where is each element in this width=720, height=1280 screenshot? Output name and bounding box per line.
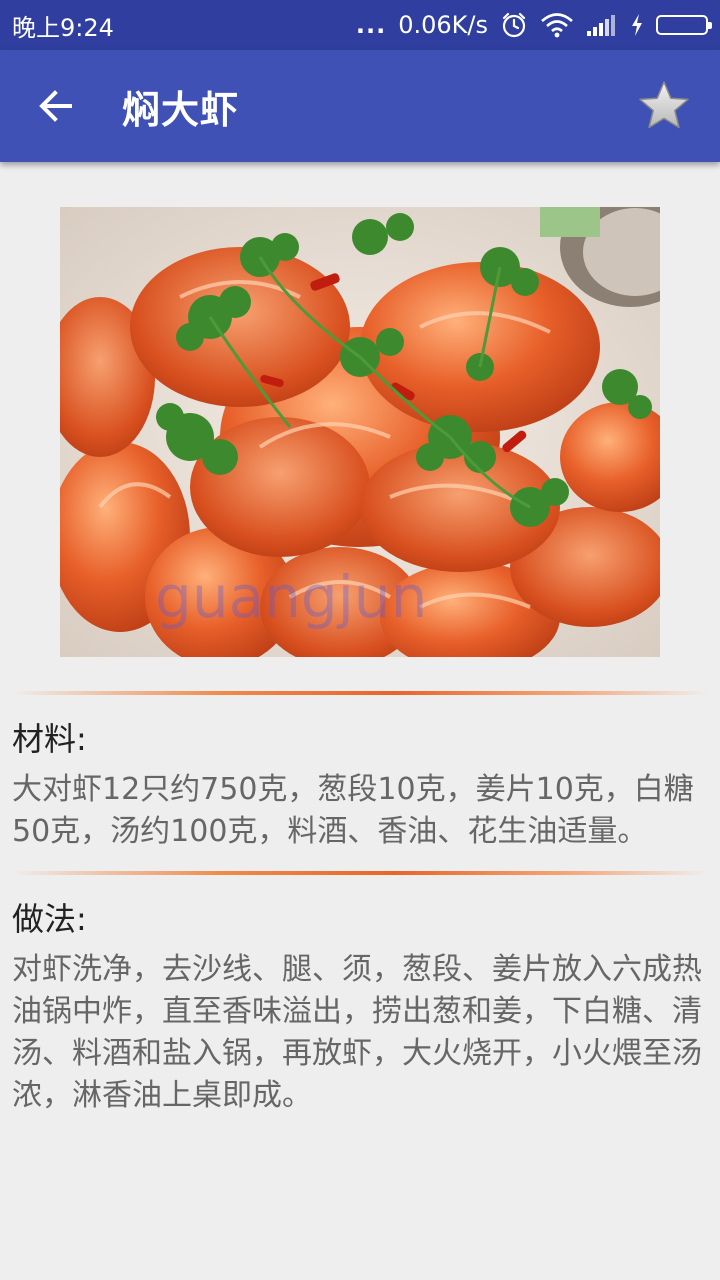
status-right: ... 0.06K/s (355, 11, 712, 39)
svg-text:guangjun: guangjun (155, 563, 427, 631)
method-label: 做法: (12, 900, 87, 938)
signal-icon (586, 13, 618, 37)
page-title: 焖大虾 (122, 87, 240, 132)
favorite-button[interactable] (634, 76, 694, 136)
ingredients-label: 材料: (12, 720, 87, 758)
divider (12, 871, 708, 875)
wifi-icon (540, 12, 574, 38)
app-bar: 焖大虾 (0, 50, 720, 162)
network-speed: 0.06K/s (398, 11, 488, 39)
alarm-icon (500, 11, 528, 39)
star-icon (639, 81, 689, 129)
method-text: 对虾洗净，去沙线、腿、须，葱段、姜片放入六成热油锅中炸，直至香味溢出，捞出葱和姜… (12, 952, 702, 1113)
status-time: 晚上9:24 (12, 13, 114, 42)
shrimp-dish-illustration: guangjun (60, 207, 660, 657)
dish-photo: guangjun (60, 207, 660, 657)
arrow-left-icon (39, 90, 72, 122)
charging-icon (630, 13, 644, 37)
status-dots: ... (355, 11, 387, 39)
status-bar: 晚上9:24 ... 0.06K/s (0, 0, 720, 50)
ingredients-text: 大对虾12只约750克，葱段10克，姜片10克，白糖50克，汤约100克，料酒、… (12, 772, 694, 849)
battery-icon (656, 15, 712, 35)
back-button[interactable] (26, 76, 86, 136)
divider (12, 691, 708, 695)
